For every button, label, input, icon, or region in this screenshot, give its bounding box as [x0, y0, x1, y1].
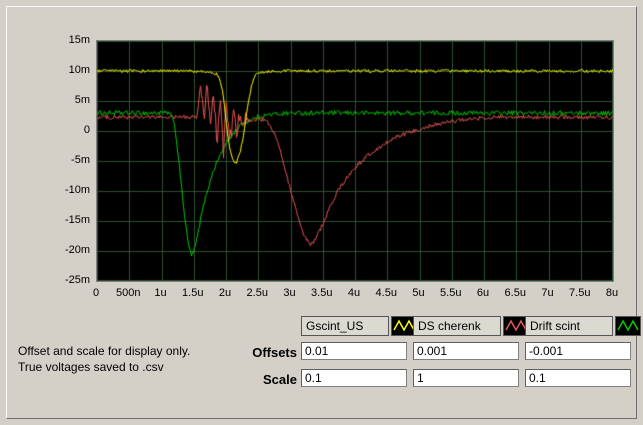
x-tick-label: 7.5u: [569, 287, 591, 299]
offsets-label: Offsets: [252, 345, 297, 360]
zigzag-line-icon: [505, 319, 527, 332]
y-tick-label: -20m: [64, 244, 90, 256]
legend-entry-gscint-us[interactable]: Gscint_US: [301, 316, 417, 336]
x-tick-label: 2.5u: [246, 287, 268, 299]
legend-entry-drift-scint[interactable]: Drift scint: [525, 316, 641, 336]
scale-input-drift-scint[interactable]: [525, 369, 631, 387]
scale-input-gscint-us[interactable]: [301, 369, 407, 387]
note-line-1: Offset and scale for display only.: [18, 344, 191, 358]
y-tick-label: 15m: [68, 34, 90, 46]
x-tick-label: 3.5u: [311, 287, 333, 299]
x-tick-label: 4u: [347, 287, 361, 299]
x-tick-label: 6u: [476, 287, 490, 299]
offset-input-drift-scint[interactable]: [525, 342, 631, 360]
x-tick-label: 1u: [154, 287, 167, 299]
y-tick-label: 10m: [68, 64, 90, 76]
y-tick-label: -25m: [64, 274, 90, 286]
plot-area: [97, 41, 613, 281]
note-line-2: True voltages saved to .csv: [18, 360, 164, 374]
x-tick-label: 6.5u: [504, 287, 526, 299]
zigzag-line-icon: [617, 319, 639, 332]
x-tick-label: 4.5u: [375, 287, 397, 299]
y-axis-labels: 15m 10m 5m 0 -5m -10m -15m -20m -25m: [36, 34, 90, 286]
offset-input-gscint-us[interactable]: [301, 342, 407, 360]
note-text: Offset and scale for display only. True …: [18, 343, 190, 375]
y-tick-label: -10m: [64, 184, 90, 196]
x-tick-label: 5.5u: [440, 287, 462, 299]
zigzag-line-icon: [393, 319, 415, 332]
offset-input-ds-cherenk[interactable]: [413, 342, 519, 360]
legend-label[interactable]: Drift scint: [525, 316, 613, 336]
x-axis-labels: 0 500n 1u 1.5u 2u 2.5u 3u 3.5u 4u 4.5u 5u 5.5u 6u 6.5…: [92, 287, 618, 301]
legend-label[interactable]: Gscint_US: [301, 316, 389, 336]
x-tick-label: 0: [92, 287, 100, 299]
scale-input-ds-cherenk[interactable]: [413, 369, 519, 387]
y-tick-label: -15m: [64, 214, 90, 226]
x-tick-label: 1.5u: [182, 287, 204, 299]
x-tick-label: 500n: [116, 287, 141, 299]
x-tick-label: 3u: [283, 287, 296, 299]
waveform-swatch-icon[interactable]: [615, 316, 641, 336]
legend-entry-ds-cherenk[interactable]: DS cherenk: [413, 316, 529, 336]
x-tick-label: 2u: [218, 287, 232, 299]
x-tick-label: 5u: [412, 287, 425, 299]
waveform-graph: [96, 40, 614, 282]
y-tick-label: 0: [83, 124, 90, 136]
legend-label[interactable]: DS cherenk: [413, 316, 501, 336]
y-tick-label: -5m: [71, 154, 90, 166]
x-tick-label: 7u: [541, 287, 554, 299]
y-tick-label: 5m: [74, 94, 90, 106]
scale-label: Scale: [263, 372, 297, 387]
x-tick-label: 8u: [605, 287, 619, 299]
